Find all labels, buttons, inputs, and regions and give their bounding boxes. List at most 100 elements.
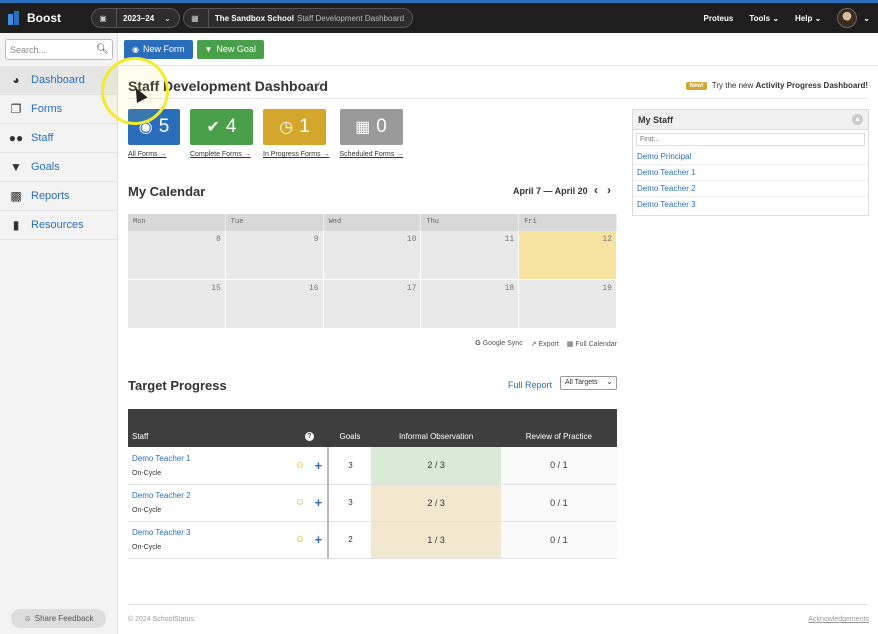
calendar-day[interactable]: 10: [323, 231, 422, 280]
day-header: Fri: [519, 214, 617, 231]
tile-box[interactable]: ▦ 0: [339, 109, 403, 145]
in-progress-forms-link[interactable]: In Progress Forms →: [263, 151, 330, 158]
tile-in-progress-forms[interactable]: ◷ 1 In Progress Forms →: [263, 109, 330, 158]
tile-scheduled-forms[interactable]: ▦ 0 Scheduled Forms →: [339, 109, 404, 158]
all-forms-link[interactable]: All Forms →: [128, 151, 180, 158]
scheduled-forms-link[interactable]: Scheduled Forms →: [340, 151, 404, 158]
review-of-practice-value[interactable]: 0 / 1: [500, 447, 617, 485]
informal-observation-value[interactable]: 1 / 3: [371, 521, 501, 559]
sidebar-item-label: Staff: [31, 132, 54, 144]
sidebar-item-dashboard[interactable]: ◕ Dashboard: [0, 66, 117, 95]
calendar-day[interactable]: 18: [421, 280, 520, 329]
new-form-label: New Form: [142, 44, 185, 54]
nav-help-label: Help: [795, 13, 813, 23]
add-icon[interactable]: +: [309, 447, 330, 485]
staff-name-link[interactable]: Demo Teacher 3: [132, 528, 290, 537]
calendar-grid: Mon Tue Wed Thu Fri 8 9 10 11 12 15 16 1…: [128, 214, 617, 329]
day-header: Thu: [421, 214, 520, 231]
add-icon[interactable]: +: [309, 484, 330, 522]
calendar-day[interactable]: 11: [421, 231, 520, 280]
calendar-day[interactable]: 17: [323, 280, 422, 329]
staff-list-item[interactable]: Demo Principal: [633, 149, 868, 165]
brand[interactable]: Boost: [8, 11, 88, 25]
help-icon[interactable]: ?: [290, 409, 329, 447]
staff-name-link[interactable]: Demo Teacher 1: [132, 454, 290, 463]
new-goal-button[interactable]: ▼ New Goal: [196, 39, 264, 59]
targets-filter-select[interactable]: All Targets ⌄: [560, 376, 617, 390]
full-report-link[interactable]: Full Report: [508, 380, 552, 390]
staff-list-item[interactable]: Demo Teacher 2: [633, 181, 868, 197]
review-of-practice-value[interactable]: 0 / 1: [500, 484, 617, 522]
search-icon[interactable]: 🔍︎: [96, 44, 109, 55]
staff-list-item[interactable]: Demo Teacher 1: [633, 165, 868, 181]
staff-find-input[interactable]: [640, 136, 861, 143]
sidebar-item-resources[interactable]: ▮ Resources: [0, 211, 117, 240]
nav-proteus[interactable]: Proteus: [704, 14, 734, 23]
nav-tools-label: Tools: [749, 13, 771, 23]
user-avatar[interactable]: [837, 8, 858, 28]
targets-filter-value: All Targets: [565, 379, 598, 386]
chevron-right-icon[interactable]: ›: [607, 183, 611, 197]
calendar-day[interactable]: 9: [225, 231, 324, 280]
tile-box[interactable]: ✔ 4: [190, 109, 253, 145]
school-selector[interactable]: ▦ The Sandbox School Staff Development D…: [182, 8, 414, 28]
tile-count: 4: [225, 116, 237, 137]
informal-observation-value[interactable]: 2 / 3: [371, 447, 501, 485]
smile-icon[interactable]: ☺: [290, 447, 310, 485]
col-review-of-practice: Review of Practice: [500, 409, 617, 447]
sidebar-item-forms[interactable]: ❐ Forms: [0, 95, 117, 124]
boost-logo-icon: [8, 11, 21, 25]
acknowledgements-link[interactable]: Acknowledgements: [808, 616, 869, 623]
year-selector[interactable]: ▣ 2023–24 ⌄: [91, 8, 180, 28]
calendar-header: Mon Tue Wed Thu Fri: [128, 214, 617, 231]
add-icon[interactable]: +: [309, 521, 330, 559]
full-calendar-label: Full Calendar: [575, 341, 617, 348]
app-name: Boost: [27, 11, 61, 25]
trophy-icon: ▼: [204, 44, 213, 54]
calendar-day[interactable]: 15: [128, 280, 226, 329]
trophy-icon: ▼: [10, 160, 22, 174]
search-input[interactable]: [10, 44, 96, 55]
table-row: Demo Teacher 2 On-Cycle ☺ + 3 2 / 3 0 / …: [128, 484, 617, 522]
complete-forms-link[interactable]: Complete Forms →: [190, 151, 253, 158]
sidebar-item-reports[interactable]: ▩ Reports: [0, 182, 117, 211]
nav-tools[interactable]: Tools ⌄: [749, 14, 779, 23]
google-sync-link[interactable]: G Google Sync: [475, 340, 523, 348]
chevron-down-icon[interactable]: ⌄: [863, 14, 870, 23]
calendar-day[interactable]: 19: [519, 280, 617, 329]
share-feedback-button[interactable]: ☺ Share Feedback: [11, 609, 106, 628]
goals-count: 3: [328, 447, 372, 485]
chevron-left-icon[interactable]: ‹: [594, 183, 598, 197]
nav-help[interactable]: Help ⌄: [795, 14, 821, 23]
calendar-day[interactable]: 8: [128, 231, 226, 280]
smile-icon[interactable]: ☺: [290, 484, 310, 522]
staff-name-link[interactable]: Demo Teacher 2: [132, 491, 290, 500]
review-of-practice-value[interactable]: 0 / 1: [500, 521, 617, 559]
tile-complete-forms[interactable]: ✔ 4 Complete Forms →: [190, 109, 253, 158]
tile-box[interactable]: ◷ 1: [263, 109, 326, 145]
calendar-day-today[interactable]: 12: [519, 231, 617, 280]
goals-count: 3: [328, 484, 372, 522]
staff-list-item[interactable]: Demo Teacher 3: [633, 197, 868, 213]
sidebar-item-staff[interactable]: ●● Staff: [0, 124, 117, 153]
export-link[interactable]: ↗ Export: [531, 340, 559, 348]
col-staff: Staff: [128, 409, 291, 447]
help-glyph: ?: [304, 432, 314, 441]
top-nav: Proteus Tools ⌄ Help ⌄ ⌄: [704, 8, 878, 28]
cycle-status: On-Cycle: [132, 544, 162, 551]
eye-icon: ◉: [132, 44, 139, 54]
smile-icon[interactable]: ☺: [290, 521, 310, 559]
copyright-text: © 2024 SchoolStatus.: [128, 616, 196, 623]
collapse-icon[interactable]: ▲: [852, 114, 863, 125]
calendar-day[interactable]: 16: [225, 280, 324, 329]
forms-icon: ❐: [10, 102, 22, 116]
new-form-button[interactable]: ◉ New Form: [124, 39, 193, 59]
my-staff-header: My Staff ▲: [633, 110, 868, 130]
sidebar-item-goals[interactable]: ▼ Goals: [0, 153, 117, 182]
building-icon: ▦: [191, 13, 199, 23]
full-calendar-link[interactable]: ▦ Full Calendar: [567, 340, 617, 348]
form-tiles: ◉ 5 All Forms → ✔ 4 Complete Forms → ◷ 1…: [128, 109, 413, 158]
promo-link[interactable]: Activity Progress Dashboard!: [756, 81, 868, 90]
informal-observation-value[interactable]: 2 / 3: [371, 484, 501, 522]
favorite-star-icon[interactable]: ☆: [313, 78, 326, 95]
